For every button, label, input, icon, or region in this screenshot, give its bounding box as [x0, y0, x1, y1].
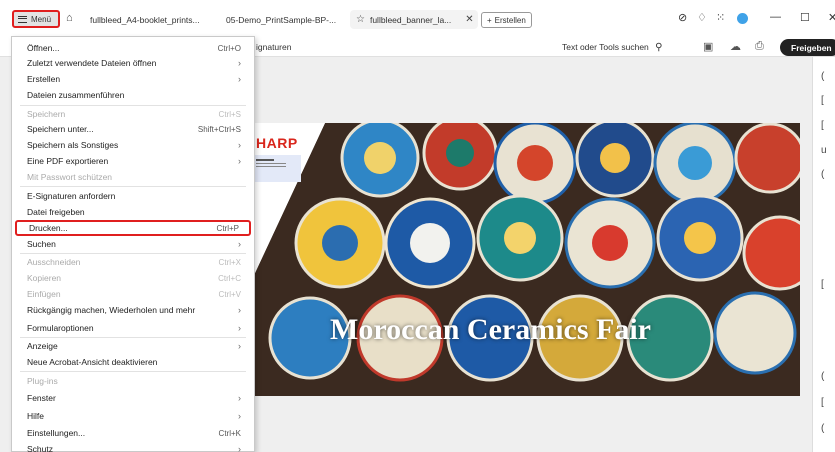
- menu-item-print[interactable]: Drucken... Ctrl+P: [15, 220, 251, 236]
- new-tab-button[interactable]: + Erstellen: [481, 12, 532, 28]
- menu-item-save-as[interactable]: Speichern unter... Shift+Ctrl+S: [15, 122, 251, 136]
- banner-title: Moroccan Ceramics Fair: [330, 313, 651, 346]
- close-window-icon[interactable]: ✕: [828, 11, 835, 24]
- menu-item-window[interactable]: Fenster ›: [15, 391, 251, 405]
- menu-separator: [20, 371, 246, 372]
- menu-item-save: Speichern Ctrl+S: [27, 109, 241, 119]
- menu-separator: [20, 253, 246, 254]
- menu-item-open[interactable]: Öffnen... Ctrl+O: [15, 41, 251, 55]
- menu-item-disable-new-view[interactable]: Neue Acrobat-Ansicht deaktivieren: [15, 355, 251, 369]
- maximize-icon[interactable]: ☐: [800, 11, 810, 24]
- share-button[interactable]: Freigeben: [780, 39, 835, 56]
- signatures-label[interactable]: ignaturen: [256, 42, 291, 52]
- menu-item-help[interactable]: Hilfe ›: [15, 409, 251, 423]
- ceramics-banner-image: [230, 123, 800, 396]
- tab-label: fullbleed_banner_la...: [369, 14, 452, 25]
- panel-icon-5[interactable]: (: [821, 169, 824, 180]
- menu-item-form-options[interactable]: Formularoptionen ›: [15, 321, 251, 335]
- menu-item-undo-redo[interactable]: Rückgängig machen, Wiederholen und mehr ›: [15, 303, 251, 317]
- search-icon: ⚲: [655, 42, 663, 53]
- menu-item-export-pdf[interactable]: Eine PDF exportieren ›: [15, 154, 251, 168]
- tab-booklet[interactable]: fullbleed_A4-booklet_prints...: [90, 10, 215, 29]
- star-icon[interactable]: ☆: [356, 14, 365, 25]
- help-icon[interactable]: ⊘: [678, 11, 687, 24]
- menu-item-recent-files[interactable]: Zuletzt verwendete Dateien öffnen ›: [15, 56, 251, 70]
- brand-logo: HARP: [256, 135, 298, 151]
- tab-label: 05-Demo_PrintSample-BP-...: [226, 14, 337, 25]
- menu-separator: [20, 337, 246, 338]
- save-icon[interactable]: ▣: [703, 40, 713, 53]
- panel-icon-9[interactable]: (: [821, 423, 824, 434]
- tools-search[interactable]: Text oder Tools suchen ⚲: [562, 42, 663, 53]
- panel-icon-1[interactable]: (: [821, 71, 824, 82]
- menu-separator: [20, 105, 246, 106]
- menu-item-protection[interactable]: Schutz ›: [15, 442, 251, 452]
- hamburger-icon: [18, 15, 27, 23]
- menu-item-search[interactable]: Suchen ›: [15, 237, 251, 251]
- menu-item-paste: Einfügen Ctrl+V: [27, 289, 241, 299]
- tab-demo-printsample[interactable]: 05-Demo_PrintSample-BP-...: [226, 10, 344, 29]
- main-menu-dropdown: Öffnen... Ctrl+O Zuletzt verwendete Datei…: [11, 36, 255, 452]
- bell-icon[interactable]: ♢: [697, 11, 707, 24]
- menu-item-plugins: Plug-ins: [27, 376, 58, 386]
- panel-icon-4[interactable]: u: [821, 145, 827, 156]
- menu-item-share-file[interactable]: Datei freigeben: [15, 205, 251, 219]
- panel-icon-2[interactable]: [: [821, 95, 824, 106]
- new-tab-label: Erstellen: [494, 15, 526, 25]
- menu-item-save-as-other[interactable]: Speichern als Sonstiges ›: [15, 138, 251, 152]
- share-button-label: Freigeben: [791, 42, 832, 53]
- menu-item-copy: Kopieren Ctrl+C: [27, 273, 241, 283]
- cloud-upload-icon[interactable]: ☁: [730, 40, 741, 53]
- pdf-page: HARP Moroccan Ceramics Fair: [230, 123, 800, 396]
- panel-icon-3[interactable]: [: [821, 120, 824, 131]
- menu-button[interactable]: Menü: [12, 10, 60, 28]
- brand-info-box: [253, 155, 301, 182]
- panel-icon-8[interactable]: [: [821, 397, 824, 408]
- tab-banner-active[interactable]: ☆ fullbleed_banner_la... ✕: [350, 10, 478, 29]
- minimize-icon[interactable]: —: [770, 11, 781, 23]
- avatar[interactable]: [737, 13, 748, 24]
- home-icon[interactable]: ⌂: [66, 12, 73, 24]
- printer-icon[interactable]: ⎙: [755, 40, 764, 53]
- close-tab-icon[interactable]: ✕: [465, 14, 473, 25]
- menu-separator: [20, 186, 246, 187]
- right-tool-panel: ( [ [ u ( [ ( [ (: [812, 57, 835, 452]
- menu-button-label: Menü: [31, 14, 52, 24]
- tools-search-label: Text oder Tools suchen: [562, 42, 649, 52]
- menu-item-password-protect: Mit Passwort schützen: [27, 172, 113, 182]
- apps-grid-icon[interactable]: ⁙: [716, 11, 725, 24]
- menu-item-create[interactable]: Erstellen ›: [15, 72, 251, 86]
- menu-item-merge-files[interactable]: Dateien zusammenführen: [15, 88, 251, 102]
- menu-item-preferences[interactable]: Einstellungen... Ctrl+K: [15, 426, 251, 440]
- title-bar: Menü ⌂ fullbleed_A4-booklet_prints... 05…: [0, 0, 835, 38]
- menu-item-cut: Ausschneiden Ctrl+X: [27, 257, 241, 267]
- menu-item-view[interactable]: Anzeige ›: [15, 339, 251, 353]
- menu-item-request-esignatures[interactable]: E-Signaturen anfordern: [15, 189, 251, 203]
- panel-icon-7[interactable]: (: [821, 371, 824, 382]
- tab-label: fullbleed_A4-booklet_prints...: [90, 14, 200, 25]
- panel-icon-6[interactable]: [: [821, 279, 824, 290]
- plus-icon: +: [487, 15, 492, 25]
